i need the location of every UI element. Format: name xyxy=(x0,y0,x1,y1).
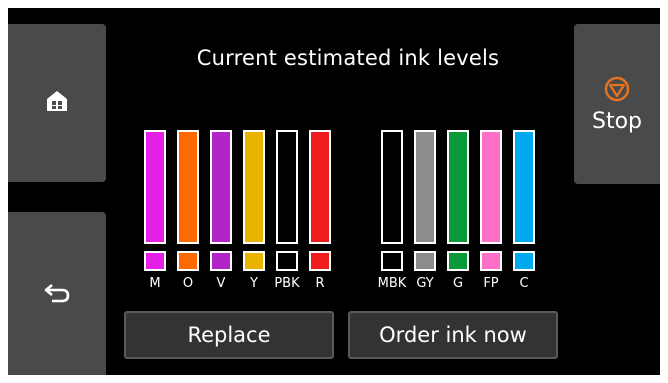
stop-icon xyxy=(603,75,631,107)
ink-tank-o xyxy=(177,130,199,244)
ink-fill-fp xyxy=(482,132,500,242)
ink-tank-mbk xyxy=(381,130,403,244)
ink-color-chip-y xyxy=(243,251,265,271)
home-icon xyxy=(45,89,69,117)
ink-fill-r xyxy=(311,132,329,242)
lcd-panel: Stop Current estimated ink levels M O V Y PB… xyxy=(8,8,660,375)
ink-tank-v xyxy=(210,130,232,244)
ink-color-chip-m xyxy=(144,251,166,271)
printer-screen: Stop Current estimated ink levels M O V Y PB… xyxy=(0,0,668,383)
ink-fill-c xyxy=(515,132,533,242)
ink-tank-fp xyxy=(480,130,502,244)
replace-button[interactable]: Replace xyxy=(124,311,334,359)
ink-color-chip-r xyxy=(309,251,331,271)
ink-color-chip-mbk xyxy=(381,251,403,271)
ink-color-chip-gy xyxy=(414,251,436,271)
ink-fill-mbk xyxy=(383,132,401,242)
ink-tank-g xyxy=(447,130,469,244)
ink-color-chip-g xyxy=(447,251,469,271)
back-button[interactable] xyxy=(8,212,106,375)
ink-color-chip-v xyxy=(210,251,232,271)
ink-color-chip-c xyxy=(513,251,535,271)
ink-tank-m xyxy=(144,130,166,244)
ink-fill-y xyxy=(245,132,263,242)
ink-fill-g xyxy=(449,132,467,242)
ink-label-r: R xyxy=(315,276,325,291)
home-button[interactable] xyxy=(8,24,106,182)
ink-fill-o xyxy=(179,132,197,242)
ink-color-chip-pbk xyxy=(276,251,298,271)
ink-tank-y xyxy=(243,130,265,244)
ink-tank-gy xyxy=(414,130,436,244)
back-arrow-icon xyxy=(44,281,70,307)
ink-tank-r xyxy=(309,130,331,244)
ink-fill-gy xyxy=(416,132,434,242)
ink-fill-pbk xyxy=(278,132,296,242)
page-title: Current estimated ink levels xyxy=(196,46,500,70)
stop-button[interactable]: Stop xyxy=(574,24,660,184)
ink-color-chip-fp xyxy=(480,251,502,271)
ink-tank-pbk xyxy=(276,130,298,244)
ink-color-chip-o xyxy=(177,251,199,271)
ink-fill-m xyxy=(146,132,164,242)
order-ink-button[interactable]: Order ink now xyxy=(348,311,558,359)
stop-label: Stop xyxy=(591,108,642,134)
ink-fill-v xyxy=(212,132,230,242)
ink-tank-c xyxy=(513,130,535,244)
ink-label-c: C xyxy=(519,276,529,291)
